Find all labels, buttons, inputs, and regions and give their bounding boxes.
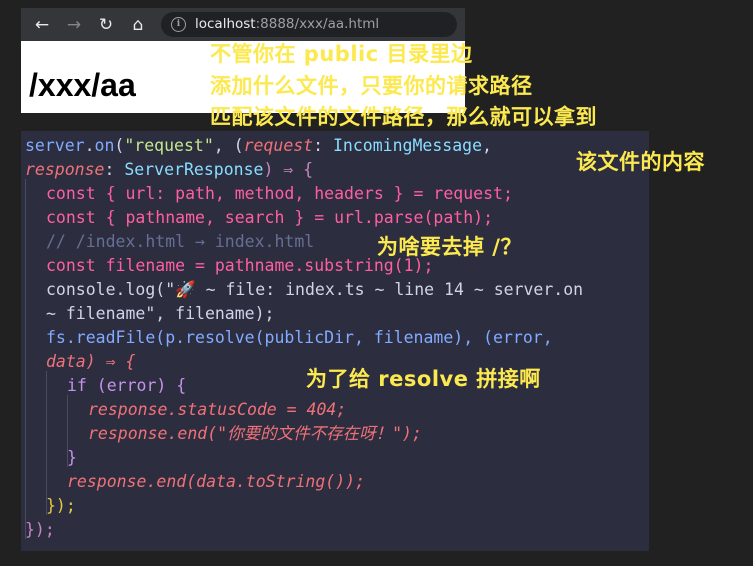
code-line-5: // /index.html → index.html (46, 232, 315, 251)
code-line-9: fs.readFile(p.resolve(publicDir, filenam… (46, 328, 553, 347)
reload-icon[interactable]: ↻ (93, 12, 119, 38)
code-line-12: response.statusCode = 404; (88, 400, 347, 419)
site-info-icon[interactable]: i (171, 17, 186, 32)
code-editor: server.on("request", (request: IncomingM… (21, 131, 649, 551)
url-path: :8888/xxx/aa.html (255, 16, 380, 32)
page-heading: /xxx/aa (29, 67, 136, 103)
code-line-6: const filename = pathname.substring(1); (46, 256, 434, 275)
home-icon[interactable]: ⌂ (125, 12, 151, 38)
annotation-line-1: 不管你在 public 目录里边 (210, 42, 473, 66)
code-line-2: response: ServerResponse) ⇒ { (25, 160, 314, 179)
code-line-7: console.log("🚀 ~ file: index.ts ~ line 1… (46, 280, 584, 299)
annotation-line-4: 该文件的内容 (576, 150, 705, 174)
annotation-line-3: 匹配该文件的文件路径，那么就可以拿到 (210, 105, 597, 129)
code-line-1: server.on("request", (request: IncomingM… (25, 136, 492, 155)
annotation-line-2: 添加什么文件，只要你的请求路径 (210, 74, 533, 98)
indent-guide (25, 179, 26, 539)
browser-toolbar: ← → ↻ ⌂ i localhost:8888/xxx/aa.html (21, 8, 465, 41)
forward-arrow-icon[interactable]: → (61, 12, 87, 38)
code-line-4: const { pathname, search } = url.parse(p… (46, 208, 494, 227)
code-line-14: } (67, 448, 77, 467)
annotation-question: 为啥要去掉 /？ (377, 235, 522, 259)
address-bar[interactable]: i localhost:8888/xxx/aa.html (161, 12, 457, 37)
code-line-16: }); (46, 496, 76, 515)
code-line-10: data) ⇒ { (46, 352, 136, 371)
url-host: localhost (195, 16, 256, 32)
code-line-15: response.end(data.toString()); (67, 472, 366, 491)
code-line-3: const { url: path, method, headers } = r… (46, 184, 513, 203)
back-arrow-icon[interactable]: ← (29, 12, 55, 38)
code-line-8: ~ filename", filename); (46, 304, 275, 323)
code-line-13: response.end("你要的文件不存在呀！"); (88, 424, 422, 443)
code-line-11: if (error) { (67, 376, 187, 395)
code-line-17: }); (25, 520, 55, 539)
annotation-answer: 为了给 resolve 拼接啊 (306, 367, 541, 391)
